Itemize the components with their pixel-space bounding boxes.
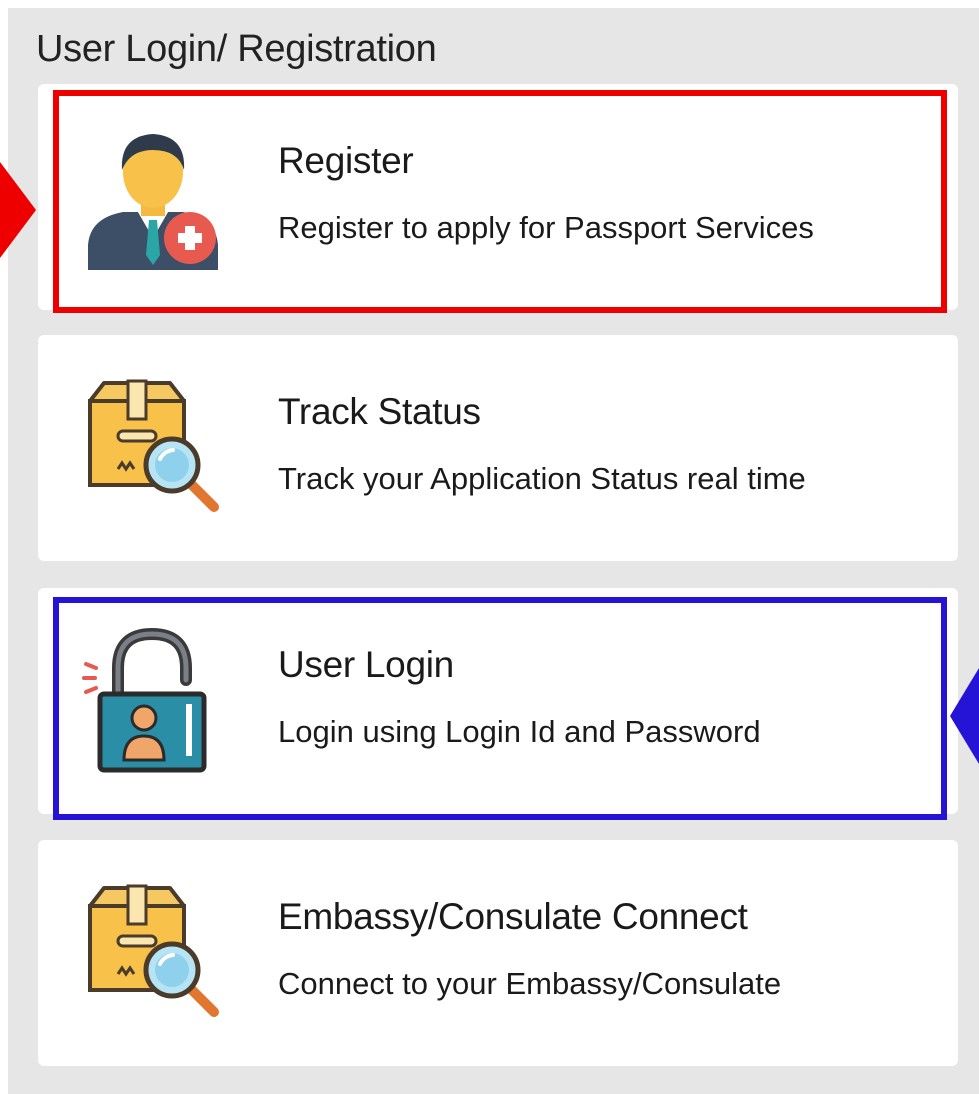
login-registration-panel: User Login/ Registration Register Regist… <box>8 8 979 1094</box>
user-login-title: User Login <box>278 644 454 685</box>
track-status-description: Track your Application Status real time <box>278 461 806 496</box>
unlock-user-icon <box>78 624 228 774</box>
embassy-connect-card[interactable]: Embassy/Consulate Connect Connect to you… <box>38 840 958 1066</box>
user-login-description: Login using Login Id and Password <box>278 714 761 749</box>
package-search-icon <box>78 371 228 521</box>
user-login-card[interactable]: User Login Login using Login Id and Pass… <box>38 588 958 814</box>
track-status-title: Track Status <box>278 391 481 432</box>
red-pointer-arrow <box>0 162 36 258</box>
register-card[interactable]: Register Register to apply for Passport … <box>38 84 958 310</box>
embassy-connect-title: Embassy/Consulate Connect <box>278 896 748 937</box>
embassy-connect-description: Connect to your Embassy/Consulate <box>278 966 782 1001</box>
register-title: Register <box>278 140 414 181</box>
register-description: Register to apply for Passport Services <box>278 210 814 245</box>
track-status-card[interactable]: Track Status Track your Application Stat… <box>38 335 958 561</box>
blue-pointer-arrow <box>950 668 979 764</box>
user-add-icon <box>78 120 228 270</box>
panel-title: User Login/ Registration <box>36 28 437 70</box>
package-search-icon <box>78 876 228 1026</box>
